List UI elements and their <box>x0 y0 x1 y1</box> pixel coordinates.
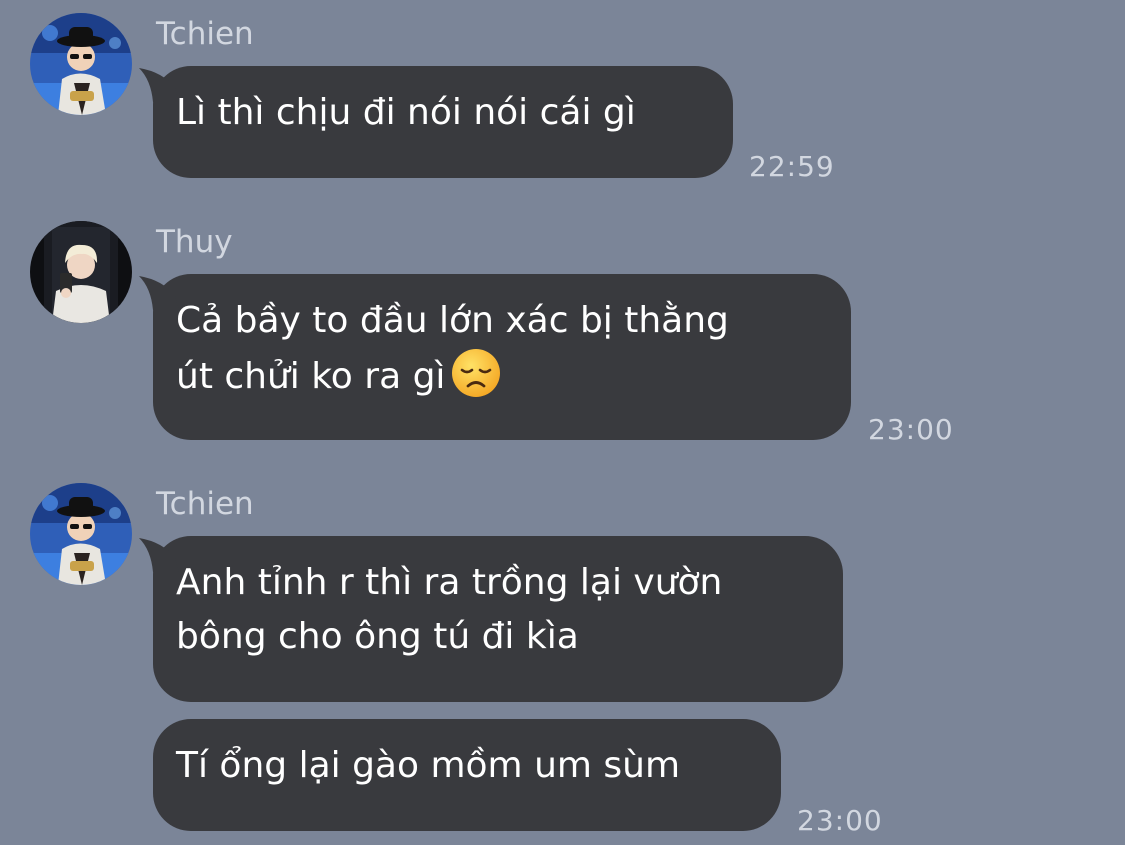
message-timestamp: 23:00 <box>797 804 883 837</box>
sender-name: Thuy <box>156 224 233 260</box>
bubble-tail <box>139 538 179 572</box>
message-text: Tí ổng lại gào mồm um sùm <box>176 745 681 786</box>
message-text: Anh tỉnh r thì ra trồng lại vườn <box>176 562 723 603</box>
disappointed-face-emoji <box>452 349 501 397</box>
message-text: út chửi ko ra gì <box>176 356 446 397</box>
message-bubble[interactable]: Anh tỉnh r thì ra trồng lại vườn bông ch… <box>139 536 843 702</box>
message-bubble[interactable]: Lì thì chịu đi nói nói cái gì <box>139 66 733 178</box>
message-text: bông cho ông tú đi kìa <box>176 616 579 657</box>
message-timestamp: 22:59 <box>749 150 835 183</box>
sender-name: Tchien <box>156 16 254 52</box>
bubble-tail <box>139 68 179 102</box>
thuy-avatar-image <box>30 221 132 323</box>
avatar[interactable] <box>30 13 132 115</box>
message-text: Lì thì chịu đi nói nói cái gì <box>176 92 636 133</box>
tchien-avatar-image <box>30 483 132 585</box>
message-bubble[interactable]: Cả bầy to đầu lớn xác bị thằng út chửi k… <box>139 274 851 440</box>
message-text: Cả bầy to đầu lớn xác bị thằng <box>176 300 729 341</box>
avatar[interactable] <box>30 483 132 585</box>
sender-name: Tchien <box>156 486 254 522</box>
avatar[interactable] <box>30 221 132 323</box>
tchien-avatar-image <box>30 13 132 115</box>
bubble-tail <box>139 276 179 310</box>
message-timestamp: 23:00 <box>868 413 954 446</box>
message-bubble[interactable]: Tí ổng lại gào mồm um sùm <box>153 719 781 831</box>
